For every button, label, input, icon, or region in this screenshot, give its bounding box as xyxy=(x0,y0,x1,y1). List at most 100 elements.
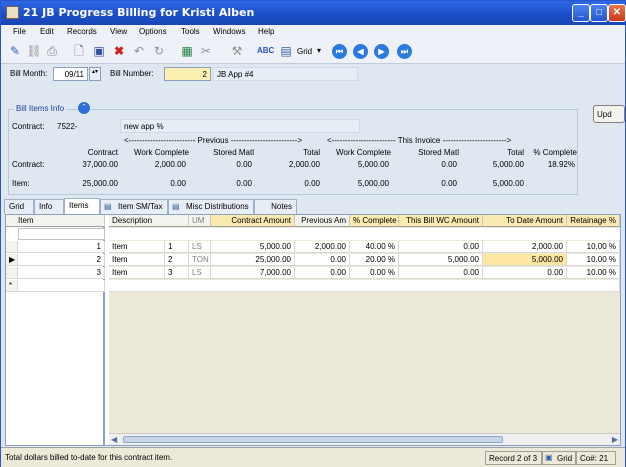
horizontal-scrollbar[interactable]: ◀ ▶ xyxy=(109,433,620,445)
save-icon[interactable]: ▣ xyxy=(91,43,107,59)
link-icon[interactable]: ⛓ xyxy=(26,43,42,59)
menu-options[interactable]: Options xyxy=(139,27,167,36)
tools-icon[interactable]: ⚒ xyxy=(229,43,245,59)
delete-icon[interactable]: ✖ xyxy=(111,43,127,59)
percent-complete-cell[interactable]: 0.00 % xyxy=(350,267,399,279)
update-button[interactable]: Upd xyxy=(593,105,625,123)
to-date-amount-cell[interactable]: 0.00 xyxy=(483,267,567,279)
item-prev-work-value: 0.00 xyxy=(170,179,186,188)
undo-icon[interactable]: ↶ xyxy=(131,43,147,59)
percent-complete-cell[interactable]: 20.00 % xyxy=(350,254,399,266)
description-number-cell[interactable]: 1 xyxy=(165,241,189,253)
new-row[interactable] xyxy=(109,280,620,292)
bill-month-field[interactable]: 09/11 xyxy=(53,67,88,81)
item-filter-cell[interactable] xyxy=(18,228,105,240)
edit-record-icon[interactable]: ✎ xyxy=(7,43,23,59)
scroll-left-icon[interactable]: ◀ xyxy=(111,435,117,444)
header-this-bill-wc-amount[interactable]: This Bill WC Amount xyxy=(399,215,483,227)
menu-windows[interactable]: Windows xyxy=(213,27,245,36)
company-indicator: Co#: 21 xyxy=(576,451,616,465)
scrollbar-thumb[interactable] xyxy=(123,436,503,443)
header-to-date-amount[interactable]: To Date Amount xyxy=(483,215,567,227)
previous-record-icon[interactable]: ◀ xyxy=(353,44,368,59)
contract-number: 7522- xyxy=(57,122,78,131)
retainage-cell[interactable]: 10.00 % xyxy=(567,241,620,253)
header-um[interactable]: UM xyxy=(189,215,211,227)
row-contract-label: Contract: xyxy=(12,160,45,169)
next-record-icon[interactable]: ▶ xyxy=(374,44,389,59)
chevron-down-icon[interactable]: ▾ xyxy=(317,46,321,55)
contract-amount-cell[interactable]: 25,000.00 xyxy=(211,254,295,266)
attachment-icon[interactable]: ✂ xyxy=(198,43,214,59)
header-percent-complete[interactable]: % Complete xyxy=(350,215,399,227)
previous-amount-cell[interactable]: 0.00 xyxy=(295,267,350,279)
tab-misc-distributions[interactable]: ▤ Misc Distributions xyxy=(168,199,254,214)
header-previous-amount[interactable]: Previous Am xyxy=(295,215,350,227)
menu-records[interactable]: Records xyxy=(67,27,97,36)
calculator-icon[interactable]: ▦ xyxy=(179,43,195,59)
item-cell[interactable]: 1 xyxy=(18,241,105,253)
tab-grid[interactable]: Grid xyxy=(4,199,34,214)
description-number-cell[interactable]: 2 xyxy=(165,254,189,266)
last-record-icon[interactable]: ⏭ xyxy=(397,44,412,59)
col-prev-stored-matl: Stored Matl xyxy=(213,148,254,157)
menu-view[interactable]: View xyxy=(110,27,127,36)
status-bar: Total dollars billed to-date for this co… xyxy=(1,447,625,467)
contract-amount-cell[interactable]: 5,000.00 xyxy=(211,241,295,253)
previous-amount-cell[interactable]: 0.00 xyxy=(295,254,350,266)
filter-row[interactable] xyxy=(109,228,620,240)
this-bill-wc-cell[interactable]: 0.00 xyxy=(399,267,483,279)
retainage-cell[interactable]: 10.00 % xyxy=(567,254,620,266)
col-inv-total: Total xyxy=(507,148,524,157)
new-item-cell[interactable] xyxy=(18,280,105,292)
collapse-icon[interactable]: ⌃ xyxy=(78,102,90,114)
menu-help[interactable]: Help xyxy=(258,27,274,36)
contract-amount-cell[interactable]: 7,000.00 xyxy=(211,267,295,279)
item-column-header[interactable]: Item xyxy=(6,215,105,227)
printer-icon[interactable]: ⎙ xyxy=(44,43,60,59)
retainage-cell[interactable]: 10.00 % xyxy=(567,267,620,279)
first-record-icon[interactable]: ⏮ xyxy=(332,44,347,59)
menu-file[interactable]: File xyxy=(13,27,26,36)
header-description[interactable]: Description xyxy=(109,215,189,227)
menu-tools[interactable]: Tools xyxy=(181,27,200,36)
refresh-icon[interactable]: ↻ xyxy=(151,43,167,59)
item-cell[interactable]: 2 xyxy=(18,254,105,266)
this-bill-wc-cell[interactable]: 5,000.00 xyxy=(399,254,483,266)
description-cell[interactable]: Item xyxy=(109,267,165,279)
item-cell[interactable]: 3 xyxy=(18,267,105,279)
maximize-button[interactable]: □ xyxy=(590,4,608,22)
tab-info[interactable]: Info xyxy=(34,199,64,214)
description-cell[interactable]: Item xyxy=(109,254,165,266)
bill-items-info-panel: Bill Items Info ⌃ Contract: 7522- new ap… xyxy=(8,102,578,195)
app-icon xyxy=(6,6,19,19)
to-date-amount-cell[interactable]: 2,000.00 xyxy=(483,241,567,253)
scroll-right-icon[interactable]: ▶ xyxy=(612,435,618,444)
spell-check-icon[interactable]: ABC xyxy=(257,43,274,59)
menu-bar: File Edit Records View Options Tools Win… xyxy=(1,25,625,40)
header-retainage-percent[interactable]: Retainage % xyxy=(567,215,620,227)
percent-complete-cell[interactable]: 40.00 % xyxy=(350,241,399,253)
close-button[interactable]: ✕ xyxy=(608,4,626,22)
spinner-icon[interactable]: ▴▾ xyxy=(89,67,101,81)
this-bill-wc-cell[interactable]: 0.00 xyxy=(399,241,483,253)
tab-notes[interactable]: Notes xyxy=(254,199,297,214)
previous-amount-cell[interactable]: 2,000.00 xyxy=(295,241,350,253)
to-date-amount-cell-selected[interactable]: 5,000.00 xyxy=(483,254,567,266)
tab-item-sm-tax[interactable]: ▤ Item SM/Tax xyxy=(100,199,168,214)
um-cell[interactable]: TON xyxy=(189,254,211,266)
header-contract-amount[interactable]: Contract Amount xyxy=(211,215,295,227)
bill-number-field[interactable]: 2 xyxy=(164,67,211,81)
tab-items[interactable]: Items xyxy=(64,198,100,214)
description-cell[interactable]: Item xyxy=(109,241,165,253)
item-inv-work-value: 5,000.00 xyxy=(357,179,389,188)
grid-icon[interactable]: ▤ xyxy=(278,43,294,59)
grid-view-label[interactable]: Grid xyxy=(297,47,312,56)
um-cell[interactable]: LS xyxy=(189,241,211,253)
menu-edit[interactable]: Edit xyxy=(40,27,54,36)
description-number-cell[interactable]: 3 xyxy=(165,267,189,279)
um-cell[interactable]: LS xyxy=(189,267,211,279)
row-item-label: Item: xyxy=(12,179,30,188)
minimize-button[interactable]: _ xyxy=(572,4,590,22)
new-document-icon[interactable]: 🗋 xyxy=(71,43,87,59)
